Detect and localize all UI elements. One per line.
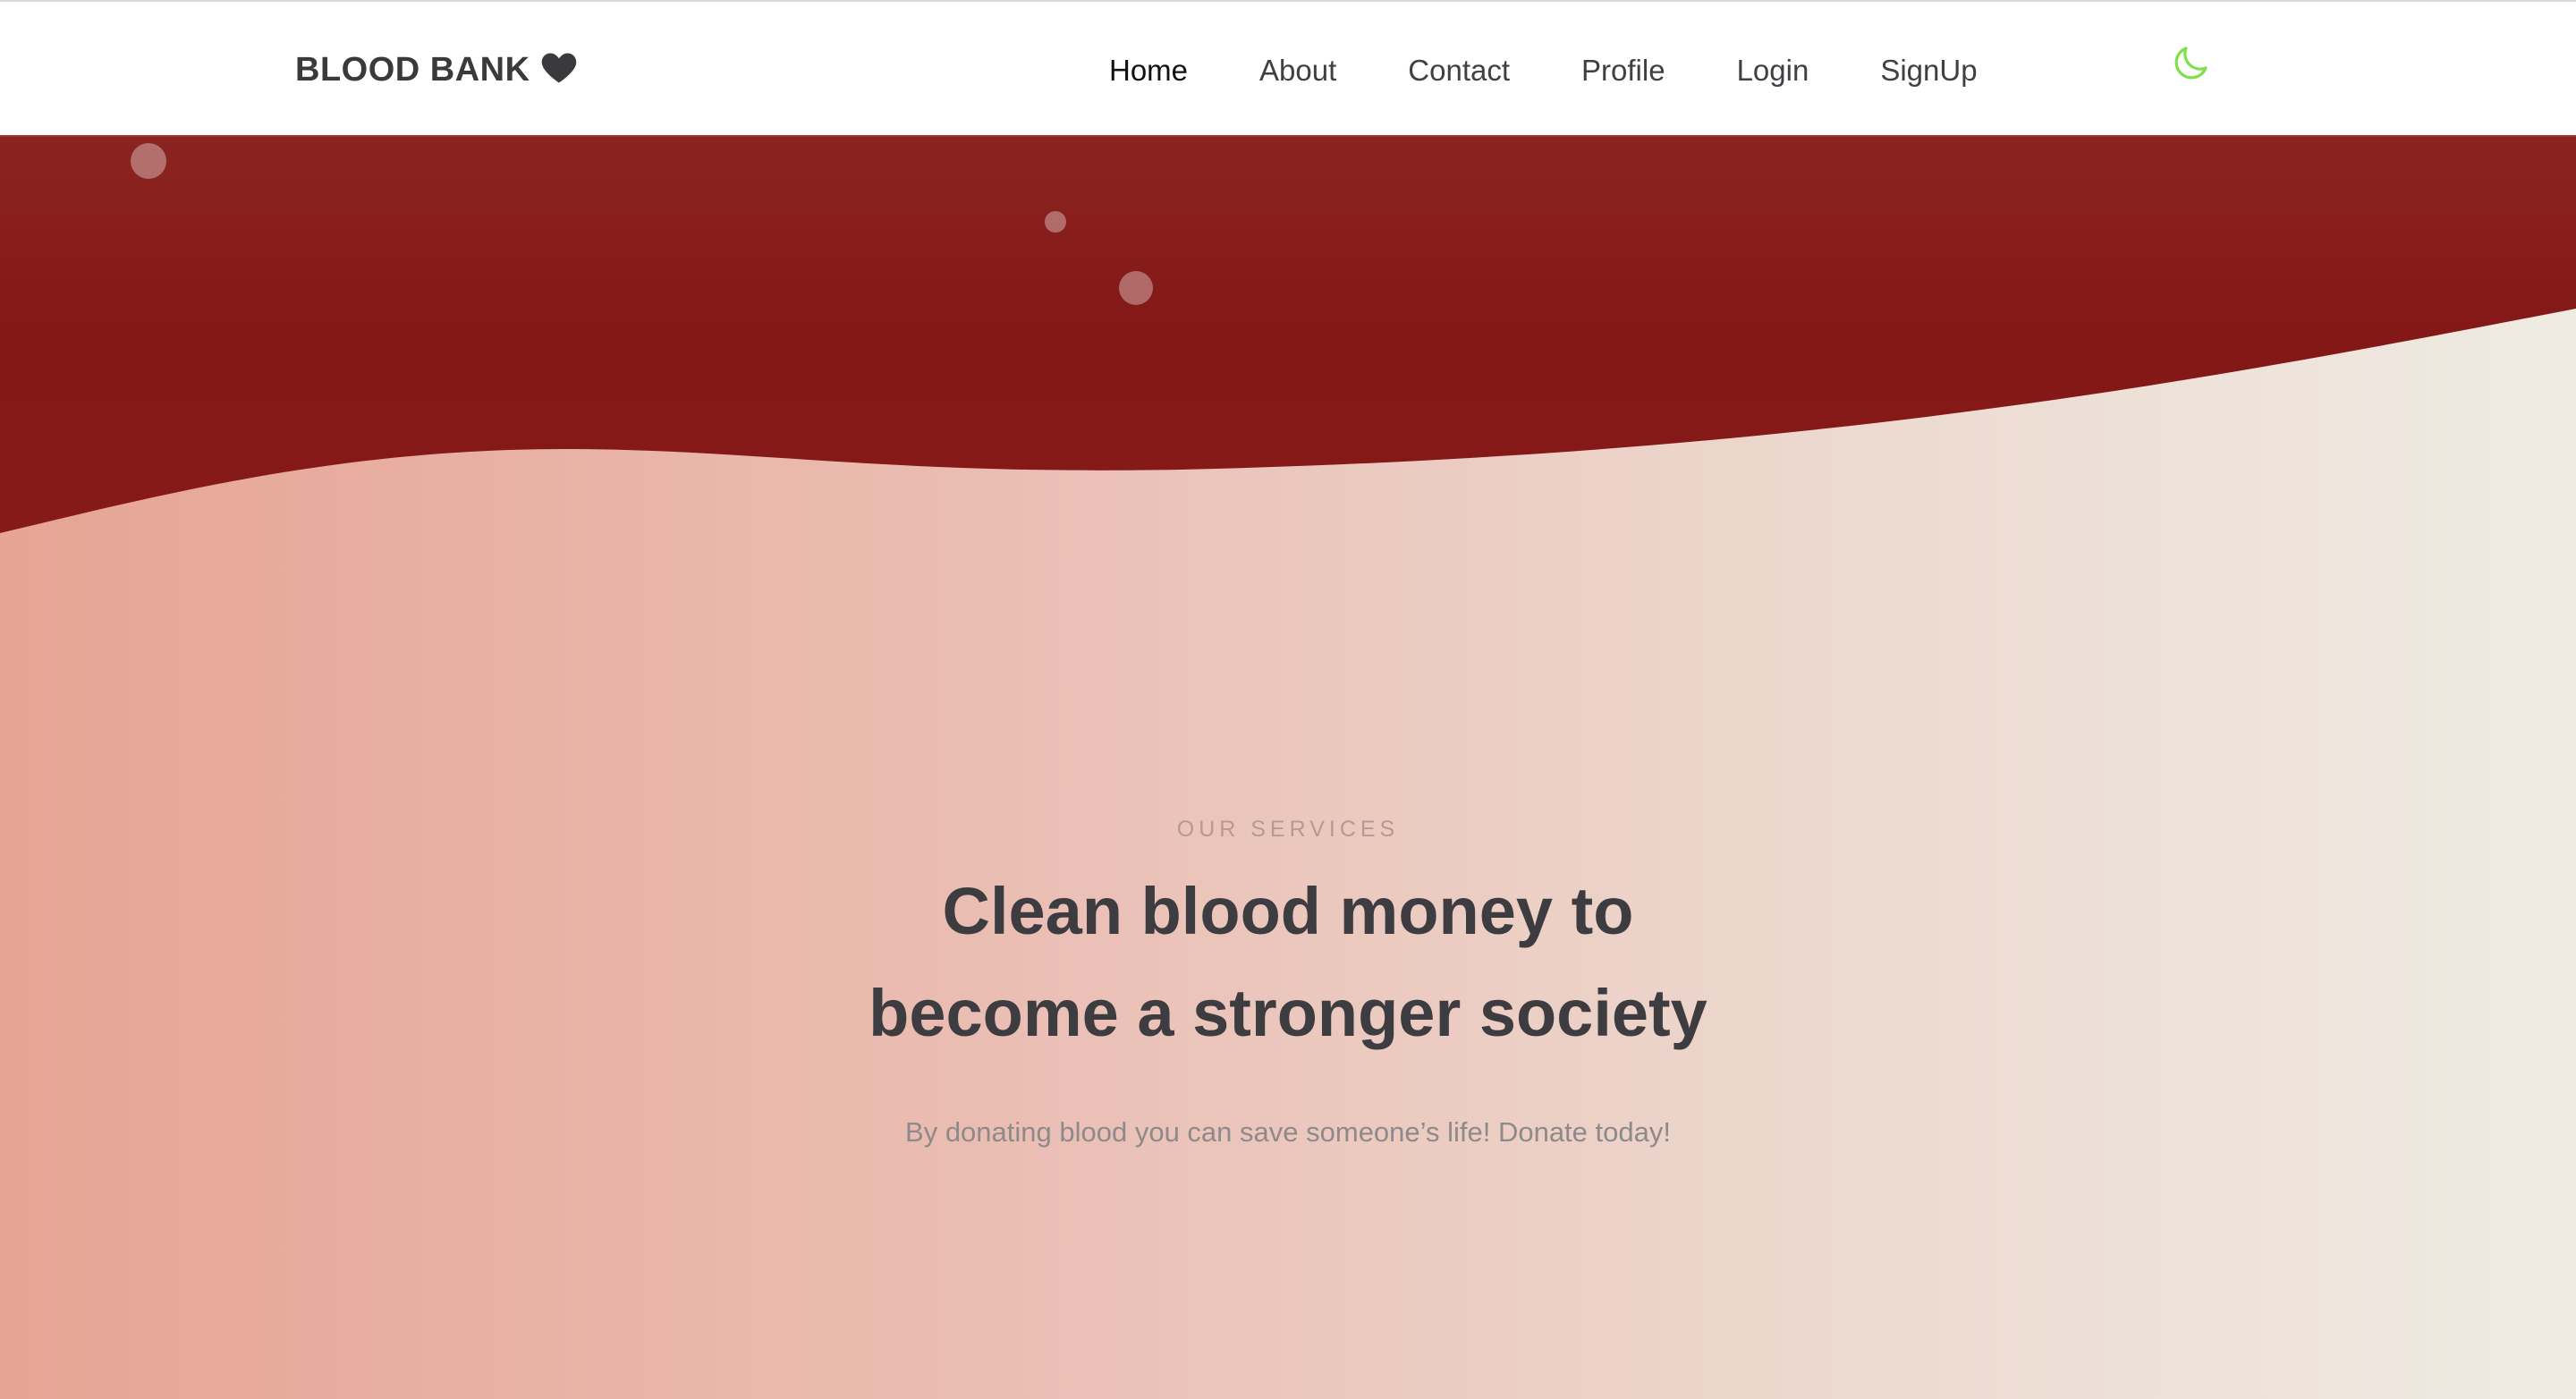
nav-about[interactable]: About bbox=[1259, 54, 1336, 88]
hero-section: OUR SERVICES Clean blood money to become… bbox=[0, 137, 2576, 1399]
nav-profile[interactable]: Profile bbox=[1581, 54, 1665, 88]
hero-headline: Clean blood money to become a stronger s… bbox=[0, 861, 2576, 1064]
hero-wave bbox=[0, 137, 2576, 533]
nav-home[interactable]: Home bbox=[1109, 54, 1188, 88]
top-navbar: BLOOD BANK Home About Contact Profile Lo… bbox=[0, 0, 2576, 137]
main-nav: Home About Contact Profile Login SignUp bbox=[1109, 2, 2049, 139]
bubble-decoration bbox=[1119, 271, 1153, 305]
headline-line-2: become a stronger society bbox=[869, 976, 1707, 1050]
moon-icon[interactable] bbox=[2169, 42, 2212, 85]
nav-contact[interactable]: Contact bbox=[1408, 54, 1510, 88]
nav-signup[interactable]: SignUp bbox=[1880, 54, 1977, 88]
section-eyebrow: OUR SERVICES bbox=[1176, 817, 1400, 842]
bubble-decoration bbox=[1045, 211, 1066, 233]
bubble-decoration bbox=[131, 143, 166, 179]
brand-logo[interactable]: BLOOD BANK bbox=[295, 2, 579, 139]
brand-name: BLOOD BANK bbox=[295, 51, 530, 89]
heart-icon bbox=[541, 53, 576, 82]
hero-tagline: By donating blood you can save someone’s… bbox=[905, 1116, 1671, 1148]
headline-line-1: Clean blood money to bbox=[942, 874, 1634, 948]
nav-login[interactable]: Login bbox=[1737, 54, 1809, 88]
services-intro: OUR SERVICES Clean blood money to become… bbox=[0, 817, 2576, 1149]
